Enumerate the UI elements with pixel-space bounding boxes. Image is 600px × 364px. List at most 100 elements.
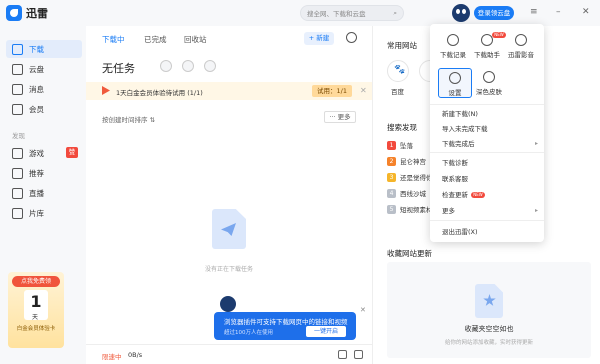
upload-icon[interactable] [182, 60, 194, 72]
login-button[interactable]: 登录领云盘 [474, 6, 514, 20]
enable-plugin-button[interactable]: 一键开启 [306, 326, 346, 337]
empty-file-icon [212, 209, 246, 249]
speed-value: 0B/s [128, 351, 143, 359]
tab-downloading[interactable]: 下载中 [102, 34, 125, 45]
hot-item[interactable]: 5 短视频素材 [387, 204, 433, 214]
menu-exit[interactable]: 退出迅雷(X) [442, 226, 538, 236]
promo-footer: 白金会员体验卡 [16, 326, 56, 332]
hot-item[interactable]: 2 昆仑神宫 [387, 156, 426, 166]
message-icon [12, 83, 23, 95]
sidebar-item-recommend[interactable]: 推荐 [6, 164, 82, 182]
app-logo: 迅雷 [6, 5, 48, 21]
tab-recycle-bin[interactable]: 回收站 [184, 34, 207, 45]
empty-state-text: 没有正在下载任务 [204, 266, 253, 273]
promo-tag: 点我免费领 [12, 276, 60, 287]
menu-after-download[interactable]: 下载完成后 ▸ [442, 138, 538, 149]
sort-selector[interactable]: 按创建时间排序 ⇅ [102, 114, 155, 124]
cloud-icon [12, 63, 23, 75]
vip-promo-card[interactable]: 点我免费领 1 天 白金会员体验卡 [8, 272, 64, 348]
menu-icon[interactable]: ≡ [530, 7, 538, 17]
menu-divider [430, 152, 544, 153]
fav-empty-title: 收藏夹空空如也 [464, 325, 514, 333]
menu-divider [430, 104, 544, 105]
mascot-icon [220, 296, 236, 312]
search-placeholder: 搜全网、下载和云盘 [307, 10, 366, 18]
trial-text: 1天白金会员体验待试用 (1/1) [116, 89, 203, 97]
trial-banner[interactable]: 1天白金会员体验待试用 (1/1) 试用：1/1 ✕ [86, 82, 372, 100]
speed-limit-label[interactable]: 限速中 [102, 351, 122, 361]
live-icon [12, 187, 23, 199]
plugin-toast: 浏览器插件可支持下载网页中的链接和视频 超过100万人在使用 一键开启 [214, 312, 356, 340]
search-input[interactable]: 搜全网、下载和云盘 ⌕ [300, 5, 404, 21]
site-label-baidu: 百度 [391, 88, 404, 96]
sidebar-item-library[interactable]: 片库 [6, 204, 82, 222]
sidebar-item-message[interactable]: 消息 [6, 80, 82, 98]
new-tag: NEW [471, 192, 485, 198]
chevron-right-icon: ▸ [534, 206, 538, 214]
menu-divider [430, 220, 544, 221]
menu-import-unfinished[interactable]: 导入未完成下载 [442, 123, 538, 133]
toast-close-icon[interactable]: ✕ [360, 306, 366, 314]
toast-subtitle: 超过100万人在使用 [224, 330, 273, 336]
main-menu-dropdown: 下载记录 下载助手 NEW 迅雷影音 设置 深色皮肤 新建下载(N) 导入未完成… [430, 24, 544, 242]
more-button[interactable]: ··· 更多 [324, 111, 356, 123]
vip-icon [12, 103, 23, 115]
download-icon [12, 43, 23, 55]
library-icon [12, 207, 23, 219]
minimize-icon[interactable]: – [556, 7, 561, 17]
menu-new-download[interactable]: 新建下载(N) [442, 108, 538, 118]
status-bar: 限速中 0B/s [86, 344, 372, 364]
close-icon[interactable]: ✕ [582, 7, 590, 17]
menu-more[interactable]: 更多 ▸ [442, 205, 538, 216]
user-icon[interactable] [204, 60, 216, 72]
avatar[interactable] [452, 4, 470, 22]
fav-empty-subtitle: 给你的网站添加收藏，实时获得更新 [444, 340, 533, 346]
recommend-icon [12, 167, 23, 179]
menu-download-diagnosis[interactable]: 下载诊断 [442, 157, 538, 167]
menu-thunder-player[interactable]: 迅雷影音 [504, 34, 538, 59]
game-icon [12, 147, 23, 159]
menu-contact-support[interactable]: 联系客服 [442, 173, 538, 183]
settings-icon [449, 72, 461, 84]
game-badge: 赞 [66, 147, 78, 158]
download-panel: 下载中 已完成 回收站 + 新建 无任务 1天白金会员体验待试用 (1/1) 试… [86, 26, 372, 364]
trial-count-button[interactable]: 试用：1/1 [312, 85, 352, 97]
chevron-right-icon: ▸ [534, 139, 538, 147]
app-name: 迅雷 [26, 7, 48, 20]
tab-completed[interactable]: 已完成 [144, 34, 167, 45]
menu-download-history[interactable]: 下载记录 [436, 34, 470, 59]
fav-updates-title: 收藏网站更新 [387, 249, 432, 258]
page-title: 无任务 [102, 62, 135, 75]
thunder-logo-icon [6, 5, 22, 21]
close-icon[interactable]: ✕ [360, 86, 367, 95]
sidebar-item-cloud[interactable]: 云盘 [6, 60, 82, 78]
hot-item[interactable]: 4 西线沙城 [387, 188, 426, 198]
shield-icon[interactable] [160, 60, 172, 72]
search-discover-title: 搜索发现 [387, 123, 417, 132]
common-sites-title: 常用网站 [387, 41, 417, 50]
toast-title: 浏览器插件可支持下载网页中的链接和视频 [224, 318, 348, 326]
menu-check-update[interactable]: 检查更新 NEW [442, 189, 538, 199]
sidebar-item-download[interactable]: 下载 [6, 40, 82, 58]
new-task-button[interactable]: + 新建 [304, 32, 334, 45]
lock-icon[interactable] [354, 350, 363, 359]
fav-empty-box: 收藏夹空空如也 给你的网站添加收藏，实时获得更新 [387, 262, 591, 358]
player-icon [515, 34, 527, 46]
menu-download-assistant[interactable]: 下载助手 NEW [470, 32, 506, 59]
flag-icon [102, 86, 110, 95]
discover-section-label: 发现 [12, 132, 25, 140]
sidebar-item-vip[interactable]: 会员 [6, 100, 82, 118]
sidebar-item-live[interactable]: 直播 [6, 184, 82, 202]
moon-icon [483, 71, 495, 83]
hot-item[interactable]: 1 坠落 [387, 140, 413, 150]
browser-icon[interactable] [338, 350, 347, 359]
sidebar: 下载 云盘 消息 会员 发现 游戏 赞 推荐 直播 片库 点我免费领 1 天 白… [0, 26, 86, 364]
title-bar: 迅雷 搜全网、下载和云盘 ⌕ 登录领云盘 ≡ – ✕ [0, 0, 600, 26]
menu-settings[interactable]: 设置 [438, 68, 472, 98]
history-icon [447, 34, 459, 46]
promo-unit: 天 [32, 314, 39, 321]
history-icon[interactable] [346, 32, 357, 43]
search-icon[interactable]: ⌕ [393, 9, 397, 18]
menu-dark-skin[interactable]: 深色皮肤 [472, 71, 506, 96]
baidu-site-icon[interactable]: 🐾 [387, 60, 409, 82]
